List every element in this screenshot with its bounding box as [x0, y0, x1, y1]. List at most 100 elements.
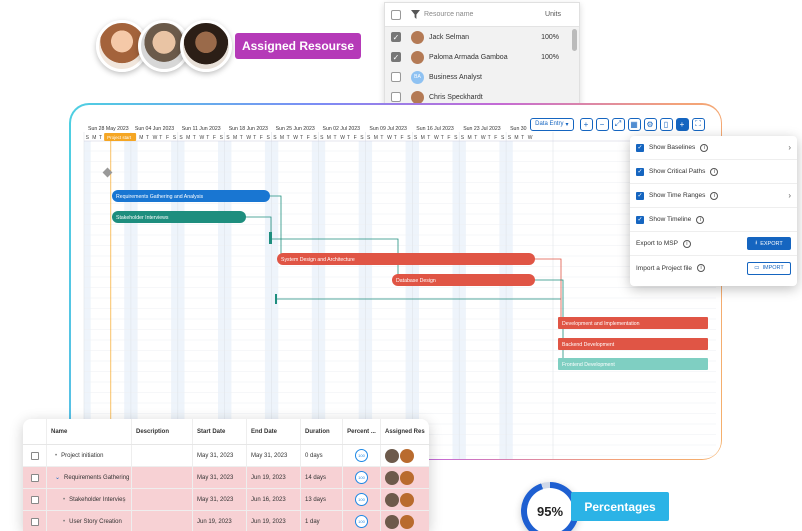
select-all-checkbox[interactable] [391, 9, 401, 20]
resource-row[interactable]: ✓ Jack Selman 100% [385, 27, 579, 47]
weekend-column [505, 140, 513, 459]
checkbox-checked-icon[interactable]: ✓ [636, 215, 644, 224]
resource-units: 100% [541, 53, 559, 61]
fullscreen-icon[interactable]: ⛶ [691, 117, 705, 131]
day-label: T [253, 135, 256, 141]
avatar [400, 448, 414, 463]
resource-popup: Resource name Units ✓ Jack Selman 100% ✓ Pal… [384, 2, 580, 106]
avatar [411, 90, 424, 104]
chevron-right-icon[interactable]: › [788, 143, 791, 152]
day-label: W [480, 135, 485, 141]
show-critical-paths-option[interactable]: ✓ Show Critical Paths i [630, 160, 797, 184]
weekend-column [130, 140, 138, 459]
folder-icon: ▭ [754, 265, 760, 271]
header-percent[interactable]: Percent ... [343, 419, 381, 444]
day-label: T [333, 135, 336, 141]
weekend-column [498, 140, 506, 459]
resource-name: Jack Selman [429, 33, 470, 41]
header-duration[interactable]: Duration [301, 419, 343, 444]
description-cell [132, 489, 193, 510]
weekend-column [411, 140, 419, 459]
header-assigned[interactable]: Assigned Res [381, 419, 429, 444]
task-name: Project initiation [61, 452, 104, 459]
chevron-right-icon[interactable]: › [788, 191, 791, 200]
week-label: Sun 04 Jun 2023 [134, 126, 173, 132]
show-time-ranges-option[interactable]: ✓ Show Time Ranges i › [630, 184, 797, 208]
day-label: F [166, 135, 169, 141]
chevron-down-icon[interactable]: ⌄ [55, 474, 60, 481]
checkbox-checked-icon[interactable]: ✓ [636, 191, 644, 200]
data-entry-dropdown[interactable]: Data Entry ▾ [530, 117, 574, 131]
trash-icon[interactable]: ▯ [659, 117, 673, 131]
row-checkbox[interactable] [30, 473, 39, 482]
header-start-date[interactable]: Start Date [193, 419, 247, 444]
zoom-in-icon[interactable]: + [579, 117, 593, 131]
resource-row[interactable]: ✓ Paloma Armada Gamboa 100% [385, 47, 579, 67]
checkbox-checked-icon[interactable]: ✓ [636, 143, 644, 152]
export-button[interactable]: ⭳ EXPORT [747, 237, 791, 250]
export-label: Export to MSP [636, 240, 678, 247]
resource-name: Chris Speckhardt [429, 93, 483, 101]
fit-icon[interactable]: ⤢ [611, 117, 625, 131]
day-label: S [367, 135, 371, 141]
header-description[interactable]: Description [132, 419, 193, 444]
day-label: F [212, 135, 215, 141]
settings-icon[interactable]: ⚙ [643, 117, 657, 131]
weekend-column [405, 140, 412, 459]
task-name: Stakeholder Intervieș [69, 496, 126, 503]
percent-cell: 100 [343, 511, 381, 531]
task-bar-label: Development and Implementation [562, 321, 640, 327]
row-checkbox[interactable] [30, 451, 39, 460]
avatar: BA [411, 70, 424, 84]
weekend-column [170, 140, 178, 459]
task-bar-label: System Design and Architecture [281, 257, 355, 263]
zoom-out-icon[interactable]: − [595, 117, 609, 131]
show-timeline-option[interactable]: ✓ Show Timeline i [630, 208, 797, 232]
filter-icon[interactable] [411, 10, 420, 19]
end-date-cell: Jun 16, 2023 [247, 489, 301, 510]
import-button[interactable]: ▭ IMPORT [747, 261, 791, 275]
header-end-date[interactable]: End Date [247, 419, 301, 444]
progress-ring: 100 [355, 515, 368, 528]
checkbox-checked-icon[interactable]: ✓ [636, 167, 644, 176]
weekend-column [364, 140, 372, 459]
table-row[interactable]: • User Story Creation Jun 19, 2023 Jun 19, … [23, 511, 429, 531]
scrollbar[interactable] [572, 29, 577, 51]
resource-checkbox[interactable] [391, 92, 401, 102]
resource-checkbox[interactable]: ✓ [391, 32, 401, 42]
day-label: M [420, 135, 424, 141]
task-bar-label: Database Design [396, 278, 436, 284]
table-row[interactable]: ⌄ Requirements Gathering May 31, 2023 Jun 1… [23, 467, 429, 489]
resource-checkbox[interactable] [391, 72, 401, 82]
bullet-icon: • [55, 452, 58, 459]
task-name: User Story Creation [69, 518, 122, 525]
description-cell [132, 445, 193, 466]
resource-checkbox[interactable]: ✓ [391, 52, 401, 62]
percent-cell: 100 [343, 467, 381, 488]
table-row[interactable]: • Project initiation May 31, 2023 May 31, 2… [23, 445, 429, 467]
row-checkbox[interactable] [30, 517, 39, 526]
row-checkbox[interactable] [30, 495, 39, 504]
week-label: Sun 30 [510, 126, 527, 132]
day-label: T [487, 135, 490, 141]
show-baselines-option[interactable]: ✓ Show Baselines i › [630, 136, 797, 160]
add-icon[interactable]: + [675, 117, 689, 131]
day-label: S [226, 135, 230, 141]
table-row[interactable]: • Stakeholder Intervieș May 31, 2023 Jun 16… [23, 489, 429, 511]
header-name[interactable]: Name [47, 419, 132, 444]
start-date-cell: May 31, 2023 [193, 489, 247, 510]
week-label: Sun 16 Jul 2023 [416, 126, 454, 132]
weekend-column [177, 140, 184, 459]
day-label: F [400, 135, 403, 141]
week-label: Sun 25 Jun 2023 [275, 126, 314, 132]
show-baselines-label: Show Baselines [649, 144, 696, 151]
calendar-icon[interactable]: ▦ [627, 117, 641, 131]
name-cell: • Project initiation [47, 445, 132, 466]
day-label: S [360, 135, 364, 141]
bullet-icon: • [63, 496, 66, 503]
units-header: Units [545, 11, 561, 18]
gantt-timeline: Sun 28 May 2023 Sun 04 Jun 2023 Sun 11 Jun… [83, 126, 716, 459]
day-label: T [393, 135, 396, 141]
resource-row[interactable]: BA Business Analyst [385, 67, 579, 87]
day-label: W [199, 135, 204, 141]
